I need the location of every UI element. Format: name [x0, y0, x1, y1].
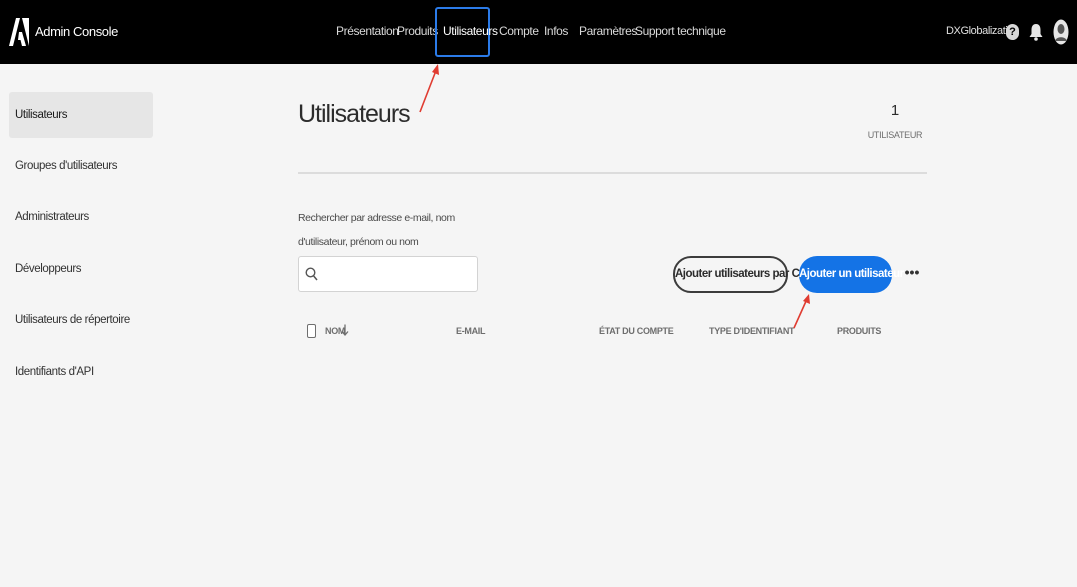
annotation-arrow-icon	[793, 294, 810, 329]
user-count-label: UTILISATEUR	[867, 130, 923, 140]
select-all-checkbox[interactable]	[307, 324, 316, 338]
search-icon	[305, 267, 318, 281]
sidebar-item-utilisateurs[interactable]: Utilisateurs	[9, 92, 153, 138]
sort-down-icon[interactable]	[341, 324, 349, 336]
search-box[interactable]	[298, 256, 478, 292]
sidebar-item-developpeurs[interactable]: Développeurs	[9, 246, 153, 292]
sidebar-item-utilisateurs-repertoire[interactable]: Utilisateurs de répertoire	[9, 297, 153, 343]
top-navigation-bar: Admin Console Présentation Produits Util…	[0, 0, 1077, 64]
divider	[298, 172, 927, 174]
nav-item-compte[interactable]: Compte	[499, 24, 539, 38]
nav-item-produits[interactable]: Produits	[397, 24, 438, 38]
sidebar-item-groupes[interactable]: Groupes d'utilisateurs	[9, 143, 153, 189]
app-title[interactable]: Admin Console	[35, 24, 118, 39]
add-user-button[interactable]: Ajouter un utilisateur	[799, 256, 904, 293]
column-header-etat-compte[interactable]: ÉTAT DU COMPTE	[599, 326, 674, 336]
adobe-logo-icon[interactable]	[9, 18, 29, 46]
column-header-email[interactable]: E-MAIL	[456, 326, 486, 336]
search-label: Rechercher par adresse e-mail, nom d'uti…	[298, 212, 455, 248]
bell-icon[interactable]	[1029, 23, 1043, 41]
search-input[interactable]	[323, 263, 473, 285]
sidebar-item-administrateurs[interactable]: Administrateurs	[9, 194, 153, 240]
add-users-csv-button[interactable]: Ajouter utilisateurs par CSV	[673, 256, 814, 293]
nav-item-support[interactable]: Support technique	[635, 24, 726, 38]
help-icon[interactable]: ?	[1006, 24, 1019, 40]
user-count: 1	[890, 102, 900, 119]
sidebar: Utilisateurs Groupes d'utilisateurs Admi…	[0, 64, 160, 587]
nav-item-parametres[interactable]: Paramètres	[579, 24, 637, 38]
nav-item-utilisateurs[interactable]: Utilisateurs	[443, 24, 498, 38]
page-title: Utilisateurs	[298, 100, 411, 128]
sidebar-item-identifiants-api[interactable]: Identifiants d'API	[9, 349, 153, 395]
avatar-icon[interactable]	[1053, 19, 1069, 45]
annotation-arrow-icon	[419, 64, 439, 113]
more-options-icon[interactable]: •••	[904, 265, 920, 282]
nav-item-infos[interactable]: Infos	[544, 24, 568, 38]
column-header-produits[interactable]: PRODUITS	[837, 326, 881, 336]
nav-item-presentation[interactable]: Présentation	[336, 24, 399, 38]
column-header-type-identifiant[interactable]: TYPE D'IDENTIFIANT	[709, 326, 795, 336]
